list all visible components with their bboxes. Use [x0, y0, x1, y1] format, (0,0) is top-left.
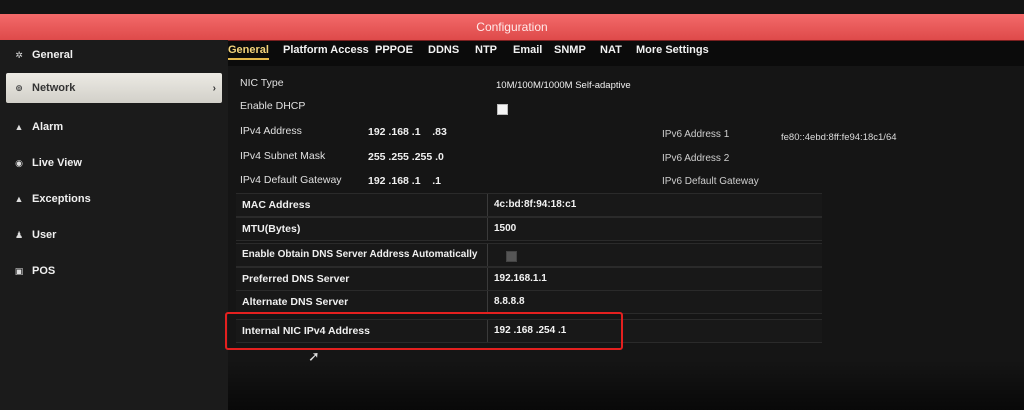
sidebar-item-pos[interactable]: ▣ POS — [6, 256, 222, 286]
user-icon: ♟ — [14, 229, 24, 240]
table-row-mtu: MTU(Bytes) 1500 — [236, 217, 822, 241]
sidebar-item-user[interactable]: ♟ User — [6, 220, 222, 250]
mac-address-label: MAC Address — [236, 194, 488, 216]
bottom-shade — [228, 360, 1024, 410]
table-row-alternate-dns: Alternate DNS Server 8.8.8.8 — [236, 290, 822, 314]
obtain-dns-checkbox[interactable] — [506, 251, 517, 262]
sidebar-item-exceptions[interactable]: ▲ Exceptions — [6, 184, 222, 214]
pos-icon: ▣ — [14, 265, 24, 276]
sidebar-item-live-view[interactable]: ◉ Live View — [6, 148, 222, 178]
sidebar-item-label: POS — [32, 265, 56, 277]
sidebar-item-general[interactable]: ✲ General — [6, 40, 222, 70]
alternate-dns-label: Alternate DNS Server — [236, 291, 488, 313]
ipv6-address1-label: IPv6 Address 1 — [662, 129, 730, 140]
tab-pppoe[interactable]: PPPOE — [375, 44, 413, 56]
preferred-dns-label: Preferred DNS Server — [236, 268, 488, 290]
tab-snmp[interactable]: SNMP — [554, 44, 586, 56]
ipv4-gateway-input[interactable]: 192 .168 .1 .1 — [368, 175, 441, 187]
tab-email[interactable]: Email — [513, 44, 542, 56]
sidebar-item-label: Alarm — [32, 121, 64, 133]
sidebar: ✲ General ⊚ Network › ▲ Alarm ◉ Live Vie… — [0, 40, 228, 410]
obtain-dns-label: Enable Obtain DNS Server Address Automat… — [236, 244, 488, 266]
ipv4-address-input[interactable]: 192 .168 .1 .83 — [368, 126, 447, 138]
table-row-preferred-dns: Preferred DNS Server 192.168.1.1 — [236, 267, 822, 291]
eye-icon: ◉ — [15, 157, 23, 168]
tab-ntp[interactable]: NTP — [475, 44, 497, 56]
network-icon: ⊚ — [15, 82, 23, 93]
alarm-icon: ▲ — [14, 122, 24, 132]
mac-address-value: 4c:bd:8f:94:18:c1 — [494, 199, 577, 210]
mtu-label: MTU(Bytes) — [236, 218, 488, 240]
ipv4-address-label: IPv4 Address — [240, 125, 302, 137]
table-row-mac-address: MAC Address 4c:bd:8f:94:18:c1 — [236, 193, 822, 217]
ipv6-address2-label: IPv6 Address 2 — [662, 153, 730, 164]
nic-type-label: NIC Type — [240, 77, 284, 89]
preferred-dns-input[interactable]: 192.168.1.1 — [494, 268, 547, 290]
alternate-dns-input[interactable]: 8.8.8.8 — [494, 291, 525, 313]
dhcp-label: Enable DHCP — [240, 100, 306, 112]
mtu-input[interactable]: 1500 — [494, 218, 516, 240]
sidebar-item-alarm[interactable]: ▲ Alarm — [6, 112, 222, 142]
highlight-box — [225, 312, 623, 350]
ipv6-address1-value: fe80::4ebd:8ff:fe94:18c1/64 — [781, 132, 897, 143]
sidebar-item-label: Exceptions — [32, 193, 91, 205]
sidebar-item-label: User — [32, 229, 57, 241]
chevron-right-icon: › — [212, 82, 216, 94]
tab-nat[interactable]: NAT — [600, 44, 622, 56]
window-title: Configuration — [0, 14, 1024, 40]
tab-ddns[interactable]: DDNS — [428, 44, 459, 56]
tab-bar: General Platform Access PPPOE DDNS NTP E… — [228, 40, 1024, 66]
warning-icon: ▲ — [14, 194, 24, 204]
nic-type-value[interactable]: 10M/100M/1000M Self-adaptive — [496, 80, 631, 91]
tab-more-settings[interactable]: More Settings — [636, 44, 709, 56]
sidebar-item-network[interactable]: ⊚ Network › — [6, 73, 222, 103]
ipv4-gateway-label: IPv4 Default Gateway — [240, 174, 342, 186]
sidebar-item-label: Live View — [32, 157, 82, 169]
tab-general[interactable]: General — [228, 44, 269, 60]
ipv4-subnet-mask-label: IPv4 Subnet Mask — [240, 150, 326, 162]
network-general-panel: NIC Type 10M/100M/1000M Self-adaptive En… — [228, 66, 1024, 410]
ipv6-gateway-label: IPv6 Default Gateway — [662, 176, 759, 187]
top-strip — [0, 0, 1024, 14]
table-row-obtain-dns: Enable Obtain DNS Server Address Automat… — [236, 243, 822, 267]
tab-platform-access[interactable]: Platform Access — [283, 44, 369, 56]
gear-icon: ✲ — [15, 49, 23, 60]
dhcp-checkbox[interactable] — [497, 104, 508, 115]
sidebar-item-label: General — [32, 49, 73, 61]
sidebar-item-label: Network — [32, 82, 76, 94]
ipv4-subnet-mask-input[interactable]: 255 .255 .255 .0 — [368, 151, 444, 163]
